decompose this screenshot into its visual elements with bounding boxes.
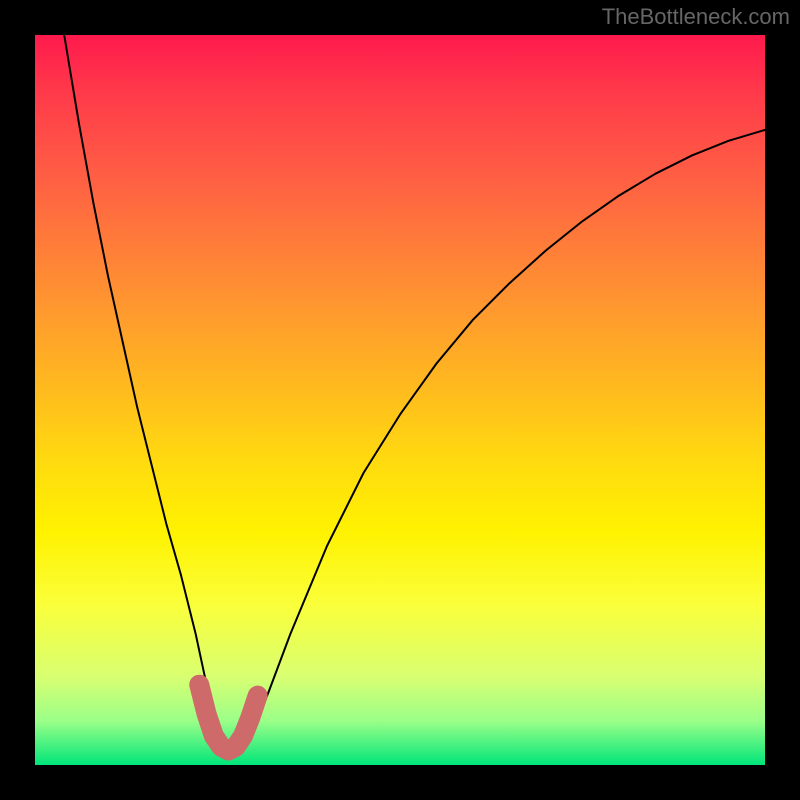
optimal-range-highlight [199, 685, 257, 751]
bottleneck-curve [64, 35, 765, 750]
watermark-text: TheBottleneck.com [602, 4, 790, 30]
plot-area [35, 35, 765, 765]
chart-svg [35, 35, 765, 765]
